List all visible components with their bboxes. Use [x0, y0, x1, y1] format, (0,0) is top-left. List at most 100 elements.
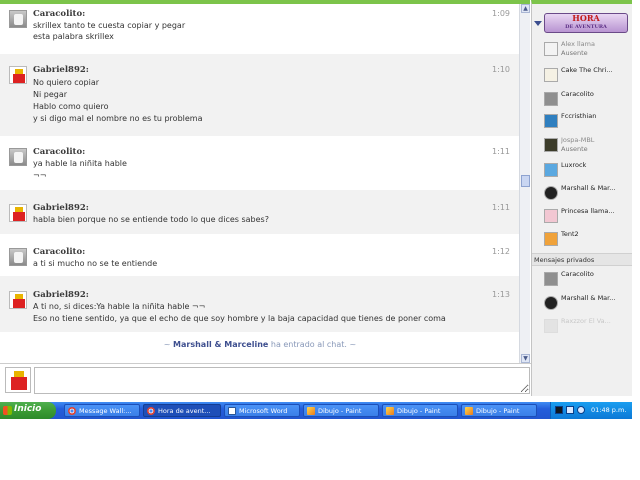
taskbar-item-label: Dibujo - Paint — [476, 407, 520, 415]
user-list-item[interactable]: Princesa llama... — [544, 207, 630, 227]
message-username[interactable]: Caracolito: — [33, 247, 85, 257]
user-name: Cake The Chri... — [561, 66, 613, 74]
message-username[interactable]: Caracolito: — [33, 9, 85, 19]
private-user-item[interactable]: Raxzzor El Va... — [544, 317, 630, 337]
message-time: 1:12 — [492, 247, 510, 256]
message-username[interactable]: Caracolito: — [33, 147, 85, 157]
caracolito-avatar[interactable] — [9, 248, 27, 266]
chat-message: Gabriel892: 1:10 No quiero copiar Ni peg… — [0, 54, 520, 136]
private-user-item[interactable]: Marshall & Mar... — [544, 294, 630, 314]
user-avatar — [544, 138, 558, 152]
user-list-item[interactable]: Jospa-MBL Ausente — [544, 136, 630, 156]
user-list-item[interactable]: Luxrock — [544, 161, 630, 181]
message-username[interactable]: Gabriel892: — [33, 290, 89, 300]
message-time: 1:10 — [492, 65, 510, 74]
private-user-item[interactable]: Caracolito — [544, 270, 630, 290]
user-name: Caracolito — [561, 90, 594, 98]
user-list-item[interactable]: Alex llama Ausente — [544, 40, 630, 60]
taskbar-item-label: Microsoft Word — [239, 407, 288, 415]
message-line: habla bien porque no se entiende todo lo… — [33, 215, 269, 224]
start-button[interactable]: Inicio — [0, 402, 56, 419]
taskbar-item[interactable]: Message Wall:... — [64, 404, 140, 417]
app-window: Caracolito: 1:09 skrillex tanto te cuest… — [0, 0, 640, 480]
user-list-item[interactable]: Marshall & Mar... — [544, 184, 630, 204]
message-line: Hablo como quiero — [33, 102, 109, 111]
room-logo: HORA DE AVENTURA — [544, 13, 628, 33]
scroll-up-icon[interactable]: ▲ — [521, 4, 530, 13]
windows-logo-icon — [3, 406, 12, 415]
join-prefix: ~ — [163, 340, 174, 349]
antivirus-icon[interactable] — [577, 406, 585, 414]
gabriel-avatar[interactable] — [9, 204, 27, 222]
user-name: Alex llama — [561, 40, 595, 48]
scroll-down-icon[interactable]: ▼ — [521, 354, 530, 363]
user-list-sidebar: HORA DE AVENTURA Alex llama Ausente Cake … — [531, 0, 632, 396]
message-line: ¬¬ — [33, 171, 47, 180]
user-avatar — [544, 272, 558, 286]
user-avatar — [544, 42, 558, 56]
message-line: a ti si mucho no se te entiende — [33, 259, 158, 268]
user-avatar — [544, 92, 558, 106]
room-logo-subtitle: DE AVENTURA — [565, 24, 607, 30]
taskbar-item-label: Hora de avent... — [158, 407, 211, 415]
user-avatar — [544, 186, 558, 200]
room-header[interactable]: HORA DE AVENTURA — [532, 10, 632, 36]
taskbar-item[interactable]: Microsoft Word — [224, 404, 300, 417]
taskbar-item-label: Dibujo - Paint — [397, 407, 441, 415]
scroll-thumb[interactable] — [521, 175, 530, 187]
user-name: Fccristhian — [561, 112, 597, 120]
taskbar-item[interactable]: Dibujo - Paint — [461, 404, 537, 417]
paint-icon — [307, 407, 315, 415]
user-name: Luxrock — [561, 161, 587, 169]
caracolito-avatar[interactable] — [9, 148, 27, 166]
taskbar: Inicio Message Wall:... Hora de avent...… — [0, 402, 632, 419]
user-list-item[interactable]: Tent2 — [544, 230, 630, 250]
join-suffix: ha entrado al chat. ~ — [268, 340, 357, 349]
self-avatar[interactable] — [5, 367, 31, 393]
user-avatar — [544, 232, 558, 246]
user-name: Princesa llama... — [561, 207, 615, 215]
message-line: No quiero copiar — [33, 78, 100, 87]
private-messages-header: Mensajes privados — [532, 253, 632, 266]
volume-icon[interactable] — [566, 406, 574, 414]
chevron-down-icon[interactable] — [534, 21, 542, 26]
user-avatar — [544, 68, 558, 82]
chat-pane: Caracolito: 1:09 skrillex tanto te cuest… — [0, 0, 530, 363]
message-time: 1:11 — [492, 203, 510, 212]
user-list-item[interactable]: Cake The Chri... — [544, 66, 630, 86]
taskbar-item[interactable]: Dibujo - Paint — [303, 404, 379, 417]
message-line: Eso no tiene sentido, ya que el echo de … — [33, 314, 446, 323]
user-status: Ausente — [561, 145, 588, 153]
join-user-link[interactable]: Marshall & Marceline — [173, 340, 268, 349]
chrome-icon — [147, 407, 155, 415]
gabriel-avatar[interactable] — [9, 66, 27, 84]
join-notice: ~ Marshall & Marceline ha entrado al cha… — [0, 340, 520, 349]
taskbar-item[interactable]: Hora de avent... — [143, 404, 221, 417]
user-avatar — [544, 114, 558, 128]
gabriel-avatar[interactable] — [9, 291, 27, 309]
user-name: Raxzzor El Va... — [561, 317, 611, 325]
user-name: Tent2 — [561, 230, 579, 238]
user-list-item[interactable]: Fccristhian — [544, 112, 630, 132]
room-logo-title: HORA — [572, 13, 600, 23]
user-name: Caracolito — [561, 270, 594, 278]
message-time: 1:09 — [492, 9, 510, 18]
user-avatar — [544, 209, 558, 223]
user-list-item[interactable]: Caracolito — [544, 90, 630, 110]
message-time: 1:11 — [492, 147, 510, 156]
message-username[interactable]: Gabriel892: — [33, 203, 89, 213]
chat-scrollbar[interactable]: ▲ ▼ — [519, 4, 530, 363]
message-input[interactable] — [34, 367, 530, 394]
user-avatar — [544, 319, 558, 333]
message-username[interactable]: Gabriel892: — [33, 65, 89, 75]
chat-message: Caracolito: 1:12 a ti si mucho no se te … — [0, 234, 520, 276]
message-time: 1:13 — [492, 290, 510, 299]
network-icon[interactable] — [555, 406, 563, 414]
caracolito-avatar[interactable] — [9, 10, 27, 28]
user-name: Marshall & Mar... — [561, 294, 616, 302]
chat-message: Caracolito: 1:11 ya hable la niñita habl… — [0, 136, 520, 190]
clock[interactable]: 01:48 p.m. — [591, 406, 626, 414]
user-avatar — [544, 296, 558, 310]
taskbar-item[interactable]: Dibujo - Paint — [382, 404, 458, 417]
chat-input-row — [0, 363, 532, 396]
